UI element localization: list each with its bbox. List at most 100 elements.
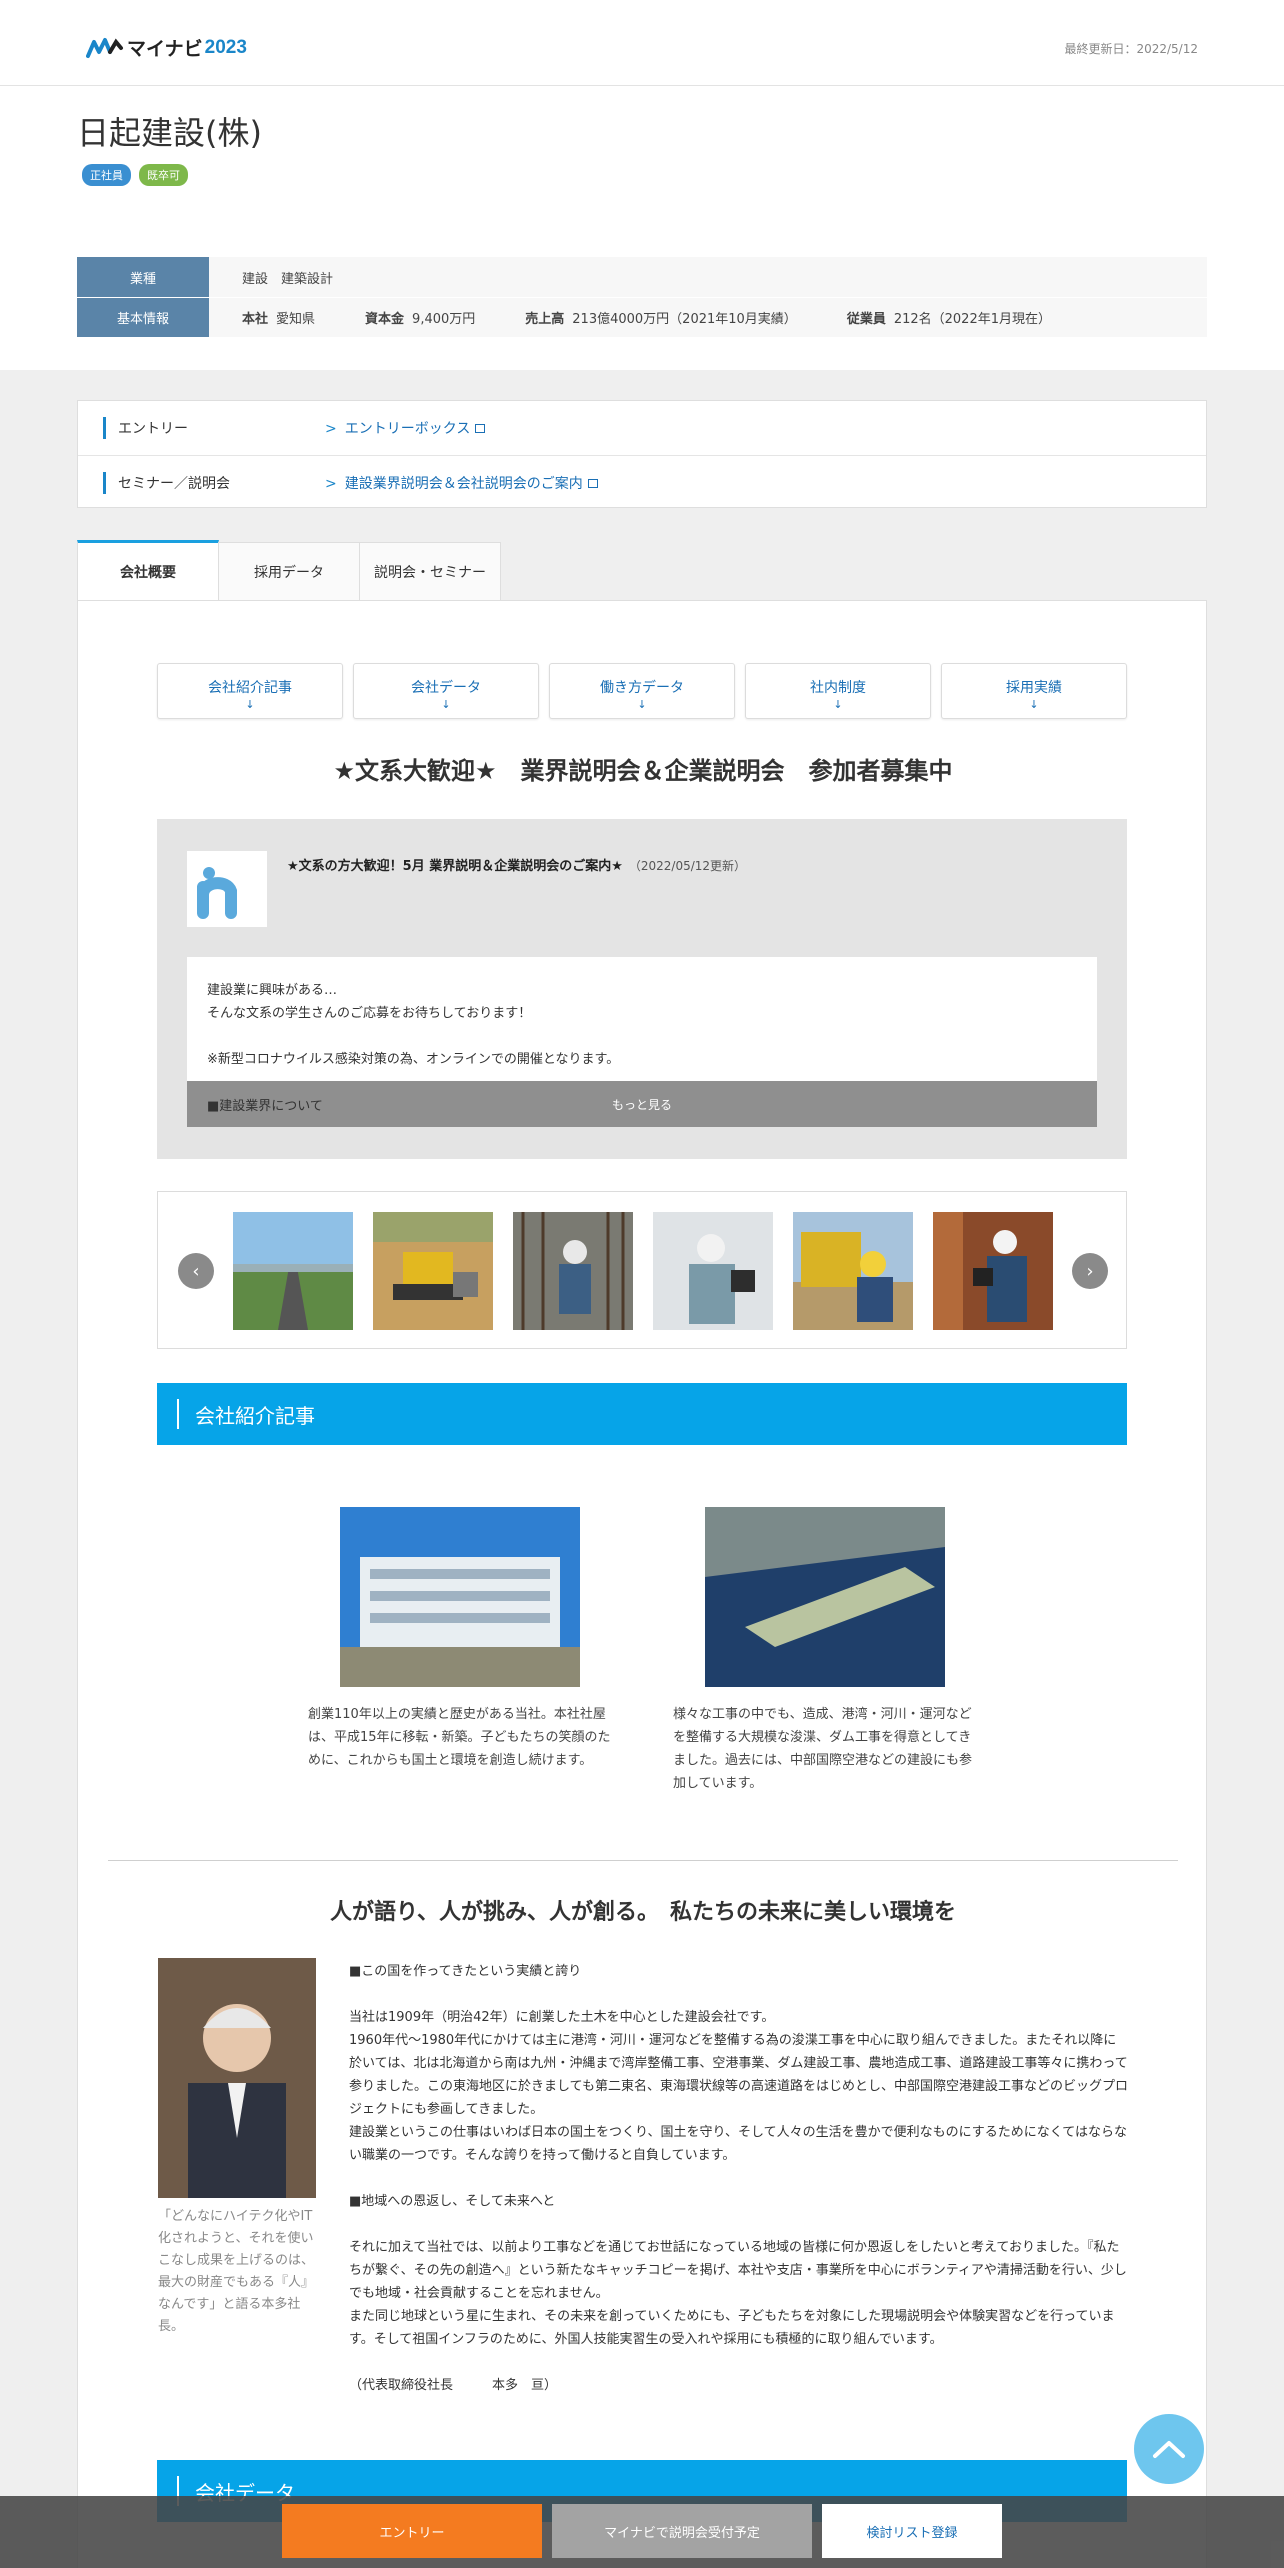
entry-box-link[interactable]: > エントリーボックス	[325, 418, 486, 438]
anchor-hiring-record[interactable]: 採用実績 ↓	[941, 663, 1127, 719]
entry-label: エントリー	[118, 421, 188, 437]
anchor-internal-systems[interactable]: 社内制度 ↓	[745, 663, 931, 719]
entry-box-link-text: エントリーボックス	[344, 421, 471, 437]
basic-info-row: 基本情報 本社 愛知県 資本金 9,400万円 売上高 213億4000万円（2021…	[77, 297, 1207, 337]
inspection-photo[interactable]	[933, 1212, 1053, 1330]
row-accent-bar	[103, 417, 106, 439]
story-paragraph: また同じ地球という星に生まれ、その未来を創っていくためにも、子どもたちを対象にし…	[349, 2309, 1115, 2347]
story-headline: 人が語り、人が挑み、人が創る。 私たちの未来に美しい環境を	[329, 1900, 957, 1925]
chevron-right-icon: >	[325, 475, 337, 492]
external-window-icon	[587, 478, 598, 488]
employees-label: 従業員	[846, 312, 886, 327]
company-header: 日起建設(株) 正社員 既卒可 業種 建設 建築設計 基本情報 本社 愛知県 資本…	[0, 86, 1284, 370]
site-header: マイナビ 2023 最終更新日：2022/5/12	[0, 0, 1284, 86]
industry-row: 業種 建設 建築設計	[77, 257, 1207, 297]
mynavi-logo-icon	[86, 37, 123, 58]
sales-value: 213億4000万円（2021年10月実績）	[572, 312, 797, 327]
company-logo-icon	[187, 851, 267, 927]
anchor-label: 採用実績	[1006, 680, 1062, 696]
industry-key: 業種	[77, 257, 209, 297]
basic-info-key: 基本情報	[77, 298, 209, 337]
story-heading: ■地域への恩返し、そして未来へと	[349, 2194, 556, 2209]
mynavi-logo[interactable]: マイナビ 2023	[86, 34, 247, 61]
anchor-label: 社内制度	[810, 680, 866, 696]
tab-recruit-data[interactable]: 採用データ	[218, 542, 360, 600]
logo-year: 2023	[204, 36, 247, 58]
tab-company-overview[interactable]: 会社概要	[77, 540, 219, 600]
anchor-intro-articles[interactable]: 会社紹介記事 ↓	[157, 663, 343, 719]
story-paragraph: それに加えて当社では、以前より工事などを通じてお世話になっている地域の皆様に何か…	[349, 2240, 1127, 2301]
bottom-action-bar: エントリー マイナビで説明会受付予定 検討リスト登録	[0, 2496, 1284, 2568]
chevron-up-icon	[1153, 2441, 1185, 2458]
hq-cell: 本社 愛知県	[242, 308, 315, 327]
arrow-down-icon: ↓	[245, 698, 255, 711]
badge-fulltime: 正社員	[82, 164, 131, 186]
arrow-down-icon: ↓	[637, 698, 647, 711]
industry-value: 建設 建築設計	[242, 271, 334, 287]
anchor-label: 会社紹介記事	[208, 680, 292, 696]
main-content: 会社紹介記事 ↓ 会社データ ↓ 働き方データ ↓ 社内制度 ↓ 採用実績 ↓ ★文系大歓…	[77, 600, 1207, 2568]
intro-caption: 様々な工事の中でも、造成、港湾・河川・運河などを整備する大規模な浚渫、ダム工事を…	[673, 1707, 973, 1791]
seminar-row: セミナー／説明会 > 建設業界説明会＆会社説明会のご案内	[78, 455, 1206, 509]
seminar-scheduled-button[interactable]: マイナビで説明会受付予定	[552, 2504, 812, 2558]
entry-button[interactable]: エントリー	[282, 2504, 542, 2558]
carousel-next-button[interactable]: ›	[1072, 1253, 1108, 1289]
notice-date: （2022/05/12更新）	[628, 859, 747, 873]
chevron-right-icon: >	[325, 421, 337, 437]
notice-line: ※新型コロナウイルス感染対策の為、オンラインでの開催となります。	[207, 1052, 620, 1067]
section-heading-intro: 会社紹介記事	[157, 1383, 1127, 1445]
notice-body: 建設業に興味がある… そんな文系の学生さんのご応募をお待ちしております！ ※新型…	[187, 957, 1097, 1081]
portrait-caption: 「どんなにハイテク化やIT化されようと、それを使いこなし成果を上げるのは、最大の…	[158, 2209, 315, 2334]
story-heading: ■この国を作ってきたという実績と誇り	[349, 1964, 582, 1979]
notice-foot-text: ■建設業界について	[207, 1099, 323, 1114]
story-spacer	[349, 2351, 1129, 2374]
read-more-link[interactable]: もっと見る	[612, 1096, 672, 1113]
main-headline: ★文系大歓迎★ 業界説明会＆企業説明会 参加者募集中	[333, 757, 953, 785]
company-info-table: 業種 建設 建築設計 基本情報 本社 愛知県 資本金 9,400万円 売上高 213億…	[77, 257, 1207, 337]
story-spacer	[349, 2167, 1129, 2190]
surveyor-photo[interactable]	[653, 1212, 773, 1330]
entry-links-box: エントリー > エントリーボックス セミナー／説明会 > 建設業界説明会＆会社説明会…	[77, 400, 1207, 508]
runway-photo[interactable]	[233, 1212, 353, 1330]
notice-line: 建設業に興味がある…	[207, 983, 338, 998]
notice-more-bar[interactable]: ■建設業界について もっと見る	[187, 1081, 1097, 1127]
story-paragraph: 1960年代～1980年代にかけては主に港湾・河川・運河などを整備する為の浚渫工…	[349, 2033, 1128, 2117]
page-tabs: 会社概要 採用データ 説明会・セミナー	[77, 540, 501, 600]
add-to-list-button[interactable]: 検討リスト登録	[822, 2504, 1002, 2558]
story-spacer	[349, 1983, 1129, 2006]
seminar-link[interactable]: > 建設業界説明会＆会社説明会のご案内	[325, 473, 598, 493]
company-story: ■この国を作ってきたという実績と誇り 当社は1909年（明治42年）に創業した土…	[349, 1960, 1129, 2397]
rebar-work-photo[interactable]	[513, 1212, 633, 1330]
capital-value: 9,400万円	[412, 312, 476, 327]
tab-seminars[interactable]: 説明会・セミナー	[359, 542, 501, 600]
employment-badges: 正社員 既卒可	[82, 164, 188, 186]
story-paragraph: 建設業というこの仕事はいわば日本の国土をつくり、国土を守り、そして人々の生活を豊…	[349, 2125, 1128, 2163]
anchor-company-data[interactable]: 会社データ ↓	[353, 663, 539, 719]
section-divider	[108, 1860, 1178, 1861]
anchor-label: 働き方データ	[600, 680, 684, 696]
head-office-photo	[340, 1507, 580, 1687]
row-accent-bar	[103, 472, 106, 494]
capital-label: 資本金	[365, 312, 405, 327]
notice-title: ★文系の方大歓迎！5月 業界説明＆企業説明会のご案内★ （2022/05/12更新…	[287, 855, 746, 874]
company-logo-mark	[197, 867, 237, 919]
anchor-workstyle-data[interactable]: 働き方データ ↓	[549, 663, 735, 719]
anchor-label: 会社データ	[411, 680, 481, 696]
carousel-prev-button[interactable]: ‹	[178, 1253, 214, 1289]
last-updated: 最終更新日：2022/5/12	[1064, 42, 1198, 56]
photo-carousel: ‹ ›	[157, 1191, 1127, 1349]
bulldozer-photo[interactable]	[373, 1212, 493, 1330]
notice-title-text: ★文系の方大歓迎！5月 業界説明＆企業説明会のご案内★	[287, 859, 623, 874]
employees-cell: 従業員 212名（2022年1月現在）	[847, 308, 1051, 327]
badge-graduate-ok: 既卒可	[139, 164, 188, 186]
notice-card: ★文系の方大歓迎！5月 業界説明＆企業説明会のご案内★ （2022/05/12更新…	[157, 819, 1127, 1159]
scroll-to-top-button[interactable]	[1134, 2414, 1204, 2484]
sales-cell: 売上高 213億4000万円（2021年10月実績）	[525, 308, 797, 327]
basic-info-value: 本社 愛知県 資本金 9,400万円 売上高 213億4000万円（2021年10月実…	[209, 298, 1101, 337]
worker-machine-photo[interactable]	[793, 1212, 913, 1330]
arrow-down-icon: ↓	[1029, 698, 1039, 711]
capital-cell: 資本金 9,400万円	[365, 308, 475, 327]
sales-label: 売上高	[525, 312, 565, 327]
anchor-nav: 会社紹介記事 ↓ 会社データ ↓ 働き方データ ↓ 社内制度 ↓ 採用実績 ↓	[157, 663, 1127, 719]
hq-label: 本社	[242, 312, 269, 327]
